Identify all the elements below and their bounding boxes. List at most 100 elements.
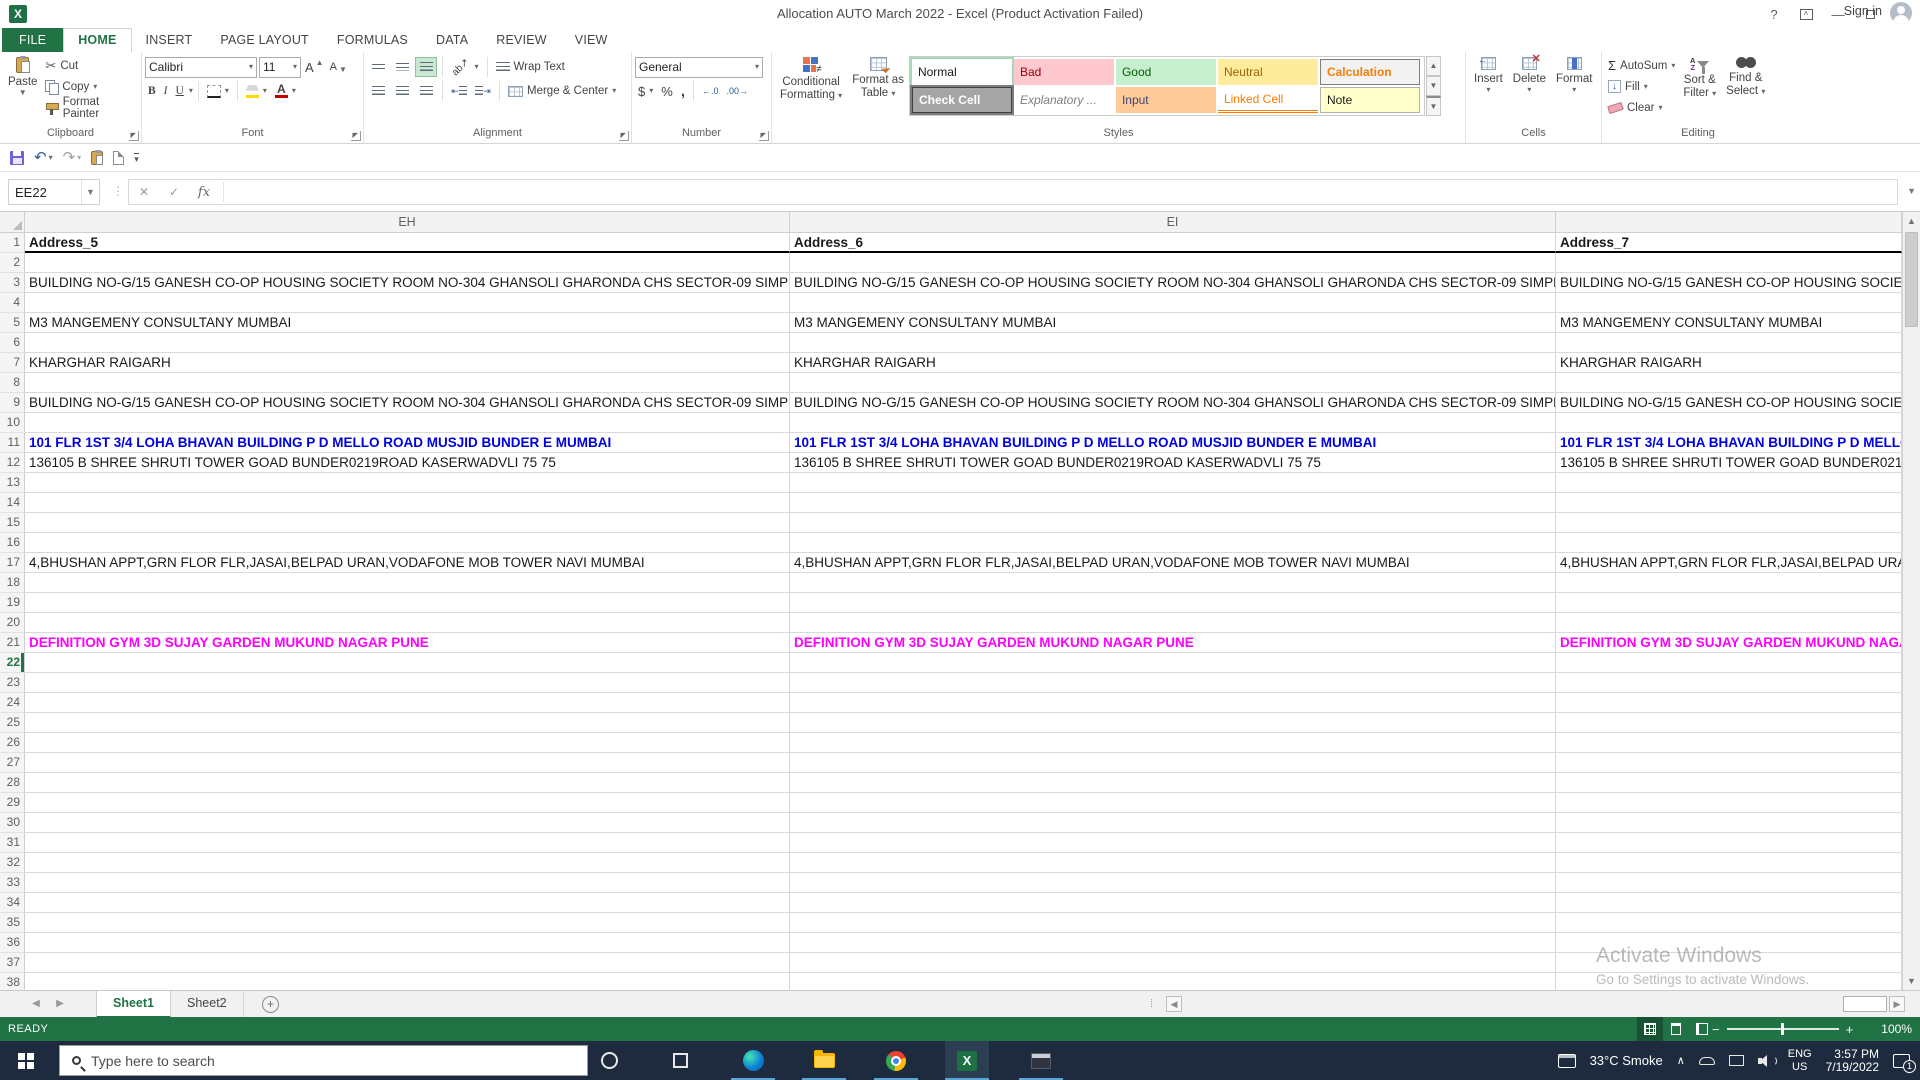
vertical-scroll-thumb[interactable]	[1905, 232, 1918, 327]
cell-r25-c1[interactable]	[25, 713, 790, 733]
cell-r30-c1[interactable]	[25, 813, 790, 833]
cell-r28-c2[interactable]	[790, 773, 1556, 793]
cell-style-check-cell[interactable]: Check Cell	[911, 87, 1012, 113]
cell-r3-c3[interactable]: BUILDING NO-G/15 GANESH CO-OP HOUSING SO…	[1556, 273, 1902, 293]
row-header-1[interactable]: 1	[0, 233, 25, 253]
ribbon-tab-data[interactable]: DATA	[422, 28, 482, 52]
cell-r20-c2[interactable]	[790, 613, 1556, 633]
avatar[interactable]	[1890, 2, 1912, 24]
cell-r2-c3[interactable]	[1556, 253, 1902, 273]
cell-r28-c3[interactable]	[1556, 773, 1902, 793]
name-box-arrow-icon[interactable]: ▼	[81, 180, 99, 204]
column-header-partial[interactable]	[1556, 212, 1902, 233]
scroll-up-icon[interactable]: ▲	[1903, 212, 1920, 230]
cell-r6-c1[interactable]	[25, 333, 790, 353]
cell-r33-c1[interactable]	[25, 873, 790, 893]
cell-r16-c1[interactable]	[25, 533, 790, 553]
row-header-28[interactable]: 28	[0, 773, 25, 793]
select-all-corner[interactable]	[0, 212, 25, 233]
row-header-8[interactable]: 8	[0, 373, 25, 393]
percent-style-button[interactable]: %	[658, 81, 676, 102]
cell-r30-c2[interactable]	[790, 813, 1556, 833]
network-icon[interactable]	[1728, 1055, 1744, 1066]
clipboard-dialog-launcher[interactable]: ◥	[129, 131, 139, 141]
row-header-14[interactable]: 14	[0, 493, 25, 513]
cell-style-explanatory-[interactable]: Explanatory ...	[1013, 87, 1114, 113]
row-header-21[interactable]: 21	[0, 633, 25, 653]
excel-taskbar-button[interactable]: X	[945, 1041, 989, 1080]
font-family-select[interactable]: Calibri ▾	[145, 56, 257, 78]
align-right-button[interactable]	[415, 81, 437, 101]
ribbon-tab-home[interactable]: HOME	[63, 28, 132, 52]
cut-button[interactable]: ✂ Cut	[42, 55, 138, 76]
cell-r37-c2[interactable]	[790, 953, 1556, 973]
cell-r7-c2[interactable]: KHARGHAR RAIGARH	[790, 353, 1556, 373]
cortana-button[interactable]	[587, 1041, 631, 1080]
row-header-6[interactable]: 6	[0, 333, 25, 353]
ribbon-tab-file[interactable]: FILE	[2, 28, 64, 52]
task-view-button[interactable]	[658, 1041, 702, 1080]
cell-r14-c1[interactable]	[25, 493, 790, 513]
row-header-5[interactable]: 5	[0, 313, 25, 333]
cell-r33-c2[interactable]	[790, 873, 1556, 893]
ribbon-tab-insert[interactable]: INSERT	[132, 28, 207, 52]
row-header-26[interactable]: 26	[0, 733, 25, 753]
align-left-button[interactable]	[367, 81, 389, 101]
onedrive-icon[interactable]	[1698, 1056, 1715, 1065]
row-header-24[interactable]: 24	[0, 693, 25, 713]
gallery-expand-icon[interactable]: ▼	[1425, 96, 1441, 116]
number-dialog-launcher[interactable]: ◥	[759, 131, 769, 141]
cell-style-note[interactable]: Note	[1319, 87, 1420, 113]
row-header-32[interactable]: 32	[0, 853, 25, 873]
cell-r7-c1[interactable]: KHARGHAR RAIGARH	[25, 353, 790, 373]
edge-button[interactable]	[731, 1041, 775, 1080]
cell-r3-c2[interactable]: BUILDING NO-G/15 GANESH CO-OP HOUSING SO…	[790, 273, 1556, 293]
underline-button[interactable]: U	[173, 81, 187, 102]
cell-r23-c1[interactable]	[25, 673, 790, 693]
delete-button[interactable]: ✕ Delete ▾	[1508, 53, 1551, 126]
cell-r32-c1[interactable]	[25, 853, 790, 873]
cell-r12-c1[interactable]: 136105 B SHREE SHRUTI TOWER GOAD BUNDER0…	[25, 453, 790, 473]
sheet-tab-sheet1[interactable]: Sheet1	[96, 991, 171, 1018]
cell-r31-c1[interactable]	[25, 833, 790, 853]
vertical-scrollbar[interactable]: ▲ ▼	[1902, 212, 1920, 990]
conditional-formatting-button[interactable]: ≠ Conditional Formatting ▾	[775, 55, 847, 126]
row-header-13[interactable]: 13	[0, 473, 25, 493]
cancel-icon[interactable]: ✕	[129, 185, 159, 199]
cell-r35-c1[interactable]	[25, 913, 790, 933]
cell-r13-c3[interactable]	[1556, 473, 1902, 493]
cell-r29-c2[interactable]	[790, 793, 1556, 813]
cell-r4-c2[interactable]	[790, 293, 1556, 313]
speaker-icon[interactable]	[1757, 1054, 1777, 1067]
column-header-EI[interactable]: EI	[790, 212, 1556, 233]
row-header-34[interactable]: 34	[0, 893, 25, 913]
tab-scroll-divider[interactable]: ⁞	[1150, 998, 1153, 1010]
cell-r31-c3[interactable]	[1556, 833, 1902, 853]
app-window-button[interactable]	[1019, 1041, 1063, 1080]
cell-r11-c3[interactable]: 101 FLR 1ST 3/4 LOHA BHAVAN BUILDING P D…	[1556, 433, 1902, 453]
cell-r27-c2[interactable]	[790, 753, 1556, 773]
cell-r26-c2[interactable]	[790, 733, 1556, 753]
cell-r2-c2[interactable]	[790, 253, 1556, 273]
font-size-select[interactable]: 11 ▾	[259, 56, 301, 78]
cell-style-normal[interactable]: Normal	[911, 59, 1012, 85]
cell-r26-c3[interactable]	[1556, 733, 1902, 753]
cell-r26-c1[interactable]	[25, 733, 790, 753]
enter-icon[interactable]: ✓	[159, 185, 189, 199]
grow-font-button[interactable]: A ▲	[303, 57, 326, 78]
cell-r19-c1[interactable]	[25, 593, 790, 613]
row-header-18[interactable]: 18	[0, 573, 25, 593]
cell-r9-c2[interactable]: BUILDING NO-G/15 GANESH CO-OP HOUSING SO…	[790, 393, 1556, 413]
borders-button[interactable]: ▾	[204, 81, 232, 102]
cell-r37-c1[interactable]	[25, 953, 790, 973]
chrome-button[interactable]	[874, 1041, 918, 1080]
hscroll-left-icon[interactable]: ◀	[1166, 996, 1182, 1012]
save-button[interactable]	[10, 150, 24, 165]
cell-r24-c1[interactable]	[25, 693, 790, 713]
row-header-30[interactable]: 30	[0, 813, 25, 833]
zoom-out-icon[interactable]: −	[1712, 1022, 1720, 1037]
row-header-11[interactable]: 11	[0, 433, 25, 453]
orientation-button[interactable]: ab↗ ▾	[448, 56, 482, 78]
autosum-button[interactable]: Σ AutoSum ▾	[1605, 55, 1678, 76]
cell-r9-c3[interactable]: BUILDING NO-G/15 GANESH CO-OP HOUSING SO…	[1556, 393, 1902, 413]
